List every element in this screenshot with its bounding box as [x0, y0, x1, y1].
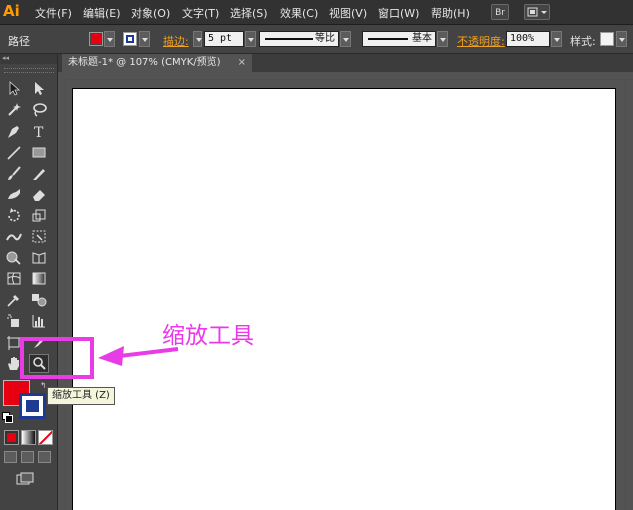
pen-tool-icon[interactable]: [5, 123, 23, 140]
panel-grip[interactable]: [4, 68, 54, 73]
direct-selection-tool-icon[interactable]: [30, 80, 48, 97]
menu-window[interactable]: 窗口(W): [378, 5, 419, 21]
magic-wand-tool-icon[interactable]: [5, 101, 23, 118]
draw-normal-icon[interactable]: [4, 451, 17, 463]
lasso-tool-icon[interactable]: [30, 101, 48, 118]
free-transform-tool-icon[interactable]: [30, 228, 48, 245]
fill-swatch[interactable]: [89, 32, 103, 46]
variable-width-profile[interactable]: 等比: [259, 31, 339, 47]
bleed-guide-right: [625, 79, 626, 510]
close-tab-icon[interactable]: ×: [238, 54, 246, 72]
pencil-tool-icon[interactable]: [30, 165, 48, 182]
stroke-stepper[interactable]: [193, 31, 202, 47]
stroke-weight-input[interactable]: 5 pt: [204, 31, 244, 47]
draw-behind-icon[interactable]: [21, 451, 34, 463]
rotate-tool-icon[interactable]: [5, 207, 23, 224]
brush-definition[interactable]: 基本: [362, 31, 436, 47]
gradient-mode-button[interactable]: [21, 430, 36, 445]
stroke-color-box[interactable]: [19, 393, 46, 419]
stroke-swatch[interactable]: [123, 32, 137, 46]
shape-builder-tool-icon[interactable]: [5, 249, 23, 266]
menu-bar: Ai 文件(F) 编辑(E) 对象(O) 文字(T) 选择(S) 效果(C) 视…: [0, 0, 633, 25]
style-dropdown[interactable]: [616, 31, 627, 47]
menu-type[interactable]: 文字(T): [182, 5, 219, 21]
menu-help[interactable]: 帮助(H): [431, 5, 470, 21]
bridge-button[interactable]: Br: [491, 4, 509, 20]
menu-select[interactable]: 选择(S): [230, 5, 268, 21]
stroke-weight-dropdown[interactable]: [245, 31, 256, 47]
stroke-weight-label[interactable]: 描边:: [163, 33, 189, 49]
app-logo: Ai: [3, 2, 20, 20]
arrange-documents-icon: [527, 7, 547, 17]
zoom-tool-tooltip: 缩放工具 (Z): [47, 387, 115, 405]
arrange-documents-button[interactable]: [524, 4, 550, 20]
perspective-grid-tool-icon[interactable]: [30, 249, 48, 266]
menu-edit[interactable]: 编辑(E): [83, 5, 121, 21]
profile-dropdown[interactable]: [340, 31, 351, 47]
zoom-tool-highlight: [20, 337, 94, 379]
gradient-tool-icon[interactable]: [30, 270, 48, 287]
screen-mode-icon[interactable]: [16, 472, 34, 486]
brush-dropdown[interactable]: [437, 31, 448, 47]
stroke-dropdown[interactable]: [139, 31, 150, 47]
opacity-input[interactable]: 100%: [506, 31, 550, 47]
menu-effect[interactable]: 效果(C): [280, 5, 318, 21]
selection-tool-icon[interactable]: [5, 80, 23, 97]
opacity-dropdown[interactable]: [551, 31, 562, 47]
color-mode-button[interactable]: [4, 430, 19, 445]
eraser-tool-icon[interactable]: [30, 186, 48, 203]
mesh-tool-icon[interactable]: [5, 270, 23, 287]
document-tab[interactable]: 未标题-1* @ 107% (CMYK/预览) ×: [62, 54, 252, 72]
document-tab-bar: 未标题-1* @ 107% (CMYK/预览) ×: [58, 54, 633, 72]
menu-view[interactable]: 视图(V): [329, 5, 367, 21]
document-tab-title: 未标题-1* @ 107% (CMYK/预览): [68, 57, 221, 68]
rectangle-tool-icon[interactable]: [30, 144, 48, 161]
selection-mode-label: 路径: [8, 35, 30, 48]
symbol-sprayer-tool-icon[interactable]: [5, 312, 23, 329]
warp-tool-icon[interactable]: [5, 228, 23, 245]
profile-label: 等比: [315, 33, 335, 44]
panel-collapse-button[interactable]: ◂◂: [0, 54, 57, 64]
blob-brush-tool-icon[interactable]: [5, 186, 23, 203]
scale-tool-icon[interactable]: [30, 207, 48, 224]
style-swatch[interactable]: [600, 32, 614, 46]
fill-dropdown[interactable]: [104, 31, 115, 47]
type-tool-icon[interactable]: T: [30, 123, 48, 140]
blend-tool-icon[interactable]: [30, 291, 48, 308]
draw-inside-icon[interactable]: [38, 451, 51, 463]
brush-label: 基本: [412, 33, 432, 44]
default-colors-icon[interactable]: [2, 412, 13, 423]
artboard[interactable]: [72, 88, 616, 510]
menu-object[interactable]: 对象(O): [131, 5, 170, 21]
opacity-label[interactable]: 不透明度:: [457, 33, 505, 49]
paintbrush-tool-icon[interactable]: [5, 165, 23, 182]
none-mode-button[interactable]: [38, 430, 53, 445]
control-bar: 路径 描边: 5 pt 等比 基本 不透明度: 100% 样式:: [0, 25, 633, 54]
style-label: 样式:: [570, 35, 596, 48]
column-graph-tool-icon[interactable]: [30, 312, 48, 329]
line-tool-icon[interactable]: [5, 144, 23, 161]
menu-file[interactable]: 文件(F): [35, 5, 72, 21]
svg-text:T: T: [34, 125, 44, 140]
callout-label: 缩放工具: [162, 323, 254, 349]
eyedropper-tool-icon[interactable]: [5, 291, 23, 308]
